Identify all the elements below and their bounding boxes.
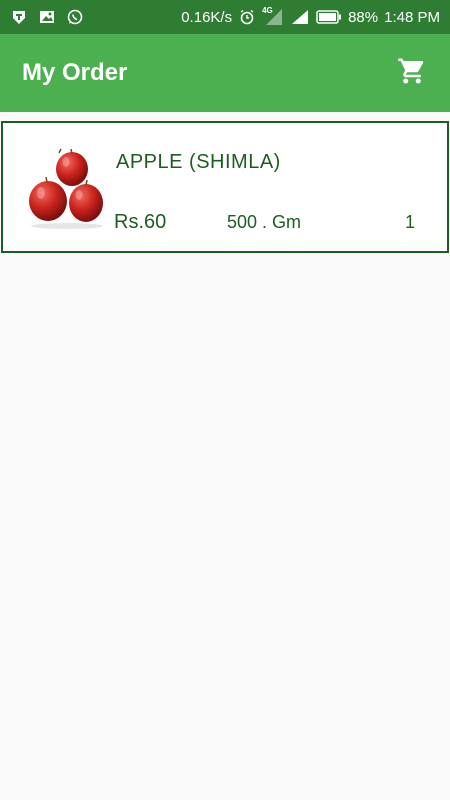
status-bar: 0.16K/s 4G 88% 1:48 PM	[0, 0, 450, 34]
product-name: APPLE (SHIMLA)	[116, 151, 281, 173]
vpn-icon	[10, 8, 28, 26]
shopping-cart-icon	[397, 56, 427, 91]
alarm-icon	[238, 8, 256, 26]
clock: 1:48 PM	[384, 8, 440, 26]
product-quantity: 1	[405, 212, 416, 232]
battery-level: 88%	[348, 8, 379, 26]
page-title: My Order	[22, 59, 128, 86]
apple-image	[27, 147, 107, 229]
signal-icon	[290, 8, 310, 26]
order-item-card[interactable]: APPLE (SHIMLA) Rs.60 500 . Gm 1	[1, 121, 449, 253]
battery-icon	[316, 8, 342, 26]
status-right: 0.16K/s 4G 88% 1:48 PM	[181, 6, 440, 26]
signal-4g-icon: 4G	[262, 6, 284, 26]
cart-button[interactable]	[396, 57, 428, 89]
product-price: Rs.60	[114, 211, 167, 233]
app-bar: My Order	[0, 34, 450, 112]
network-badge: 4G	[262, 6, 273, 15]
whatsapp-icon	[66, 8, 84, 26]
network-speed: 0.16K/s	[181, 8, 233, 26]
product-weight: 500 . Gm	[227, 212, 302, 232]
status-left-icons	[10, 8, 84, 26]
gallery-icon	[38, 8, 56, 26]
